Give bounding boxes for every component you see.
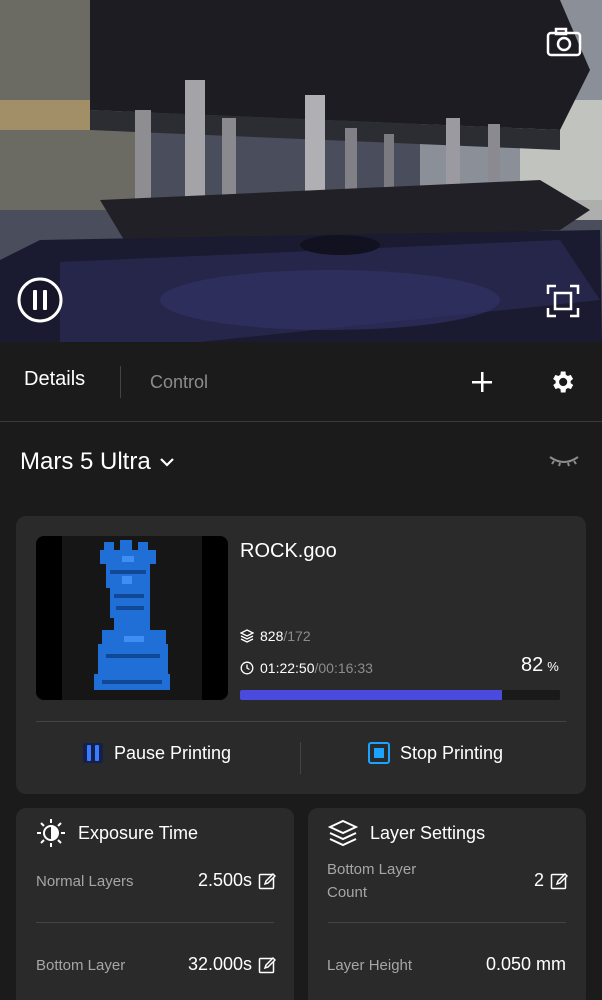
action-divider — [300, 742, 301, 774]
time-progress: 01:22:50/00:16:33 — [240, 660, 373, 676]
edit-icon — [258, 956, 276, 973]
layers-icon — [328, 819, 358, 847]
layer-settings-header: Layer Settings — [328, 818, 485, 848]
edit-icon — [550, 872, 568, 889]
bottom-layer-edit[interactable]: 32.000s — [188, 954, 276, 975]
percent-sign: % — [547, 659, 559, 674]
normal-layers-value: 2.500s — [197, 870, 252, 890]
exposure-time-title: Exposure Time — [78, 822, 199, 843]
hide-details-button[interactable] — [548, 451, 580, 471]
model-thumbnail — [36, 536, 228, 700]
printer-selector-row: Mars 5 Ultra — [0, 423, 602, 503]
time-elapsed: 01:22:50 — [260, 660, 315, 676]
exposure-time-header: Exposure Time — [36, 818, 198, 848]
eye-closed-icon — [549, 456, 579, 467]
layer-settings-title: Layer Settings — [370, 822, 486, 843]
camera-pause-button[interactable] — [16, 276, 64, 324]
bottom-layer-count-value: 2 — [533, 870, 544, 890]
layer-progress: 828/172 — [240, 628, 311, 644]
fullscreen-icon — [546, 284, 580, 318]
camera-image — [0, 0, 602, 342]
printer-selector[interactable]: Mars 5 Ultra — [20, 448, 175, 476]
tab-divider — [120, 366, 121, 398]
job-filename: ROCK.goo — [240, 540, 337, 562]
layers-current: 828 — [260, 628, 284, 644]
bottom-layer-count-label-line2: Count — [327, 884, 368, 901]
bottom-layer-count-label-line1: Bottom Layer — [327, 861, 417, 878]
bottom-layer-label: Bottom Layer — [36, 957, 126, 974]
layers-icon — [240, 629, 254, 643]
layer-settings-card: Layer Settings Bottom Layer Count 2 Laye… — [308, 808, 586, 1000]
printer-name: Mars 5 Ultra — [20, 448, 151, 475]
bottom-layer-count-edit[interactable]: 2 — [534, 870, 568, 891]
pause-printing-button[interactable]: Pause Printing — [82, 742, 231, 764]
row-divider — [328, 922, 566, 923]
tab-control-label: Control — [150, 372, 209, 392]
pause-printing-label: Pause Printing — [114, 742, 232, 763]
bottom-layer-count-label: Bottom Layer Count — [327, 858, 416, 904]
stop-printing-button[interactable]: Stop Printing — [368, 742, 503, 764]
tab-details[interactable]: Details — [24, 368, 98, 396]
progress-bar-fill — [240, 690, 503, 700]
time-remaining: /00:16:33 — [314, 660, 373, 676]
snapshot-button[interactable] — [544, 24, 584, 60]
progress-bar — [240, 690, 560, 700]
layer-height-value-field[interactable]: 0.050 mm — [486, 954, 566, 975]
edit-icon — [258, 872, 276, 889]
stop-printing-label: Stop Printing — [400, 742, 504, 763]
tab-control[interactable]: Control — [150, 372, 208, 393]
stop-icon — [368, 742, 390, 764]
thumbnail-frame — [62, 536, 202, 700]
progress-percent-value: 82 — [521, 654, 544, 676]
tab-details-label: Details — [24, 368, 86, 390]
tab-bar: Details Control — [0, 342, 602, 422]
camera-icon — [546, 27, 582, 57]
pause-circle-icon — [17, 277, 63, 323]
layers-total: /172 — [283, 628, 311, 644]
layer-height-value: 0.050 mm — [485, 954, 566, 974]
fullscreen-button[interactable] — [546, 284, 580, 318]
clock-icon — [240, 661, 254, 675]
layer-height-label: Layer Height — [327, 957, 413, 974]
settings-button[interactable] — [548, 368, 576, 396]
camera-feed — [0, 0, 602, 342]
exposure-time-card: Exposure Time Normal Layers 2.500s Botto… — [16, 808, 294, 1000]
plus-icon — [472, 372, 492, 392]
row-divider — [36, 922, 274, 923]
chevron-down-icon — [159, 458, 174, 467]
gear-icon — [553, 371, 574, 393]
rook-model-image — [94, 540, 170, 690]
bottom-layer-value: 32.000s — [187, 954, 252, 974]
brightness-icon — [37, 819, 65, 847]
normal-layers-label: Normal Layers — [36, 873, 134, 890]
print-job-card: ROCK.goo 828/172 01:22:50/00:16:33 82% P… — [16, 516, 586, 794]
progress-percent: 82% — [521, 654, 559, 677]
pause-icon — [83, 743, 103, 763]
add-printer-button[interactable] — [470, 370, 494, 394]
normal-layers-edit[interactable]: 2.500s — [198, 870, 276, 891]
card-divider — [36, 721, 566, 722]
